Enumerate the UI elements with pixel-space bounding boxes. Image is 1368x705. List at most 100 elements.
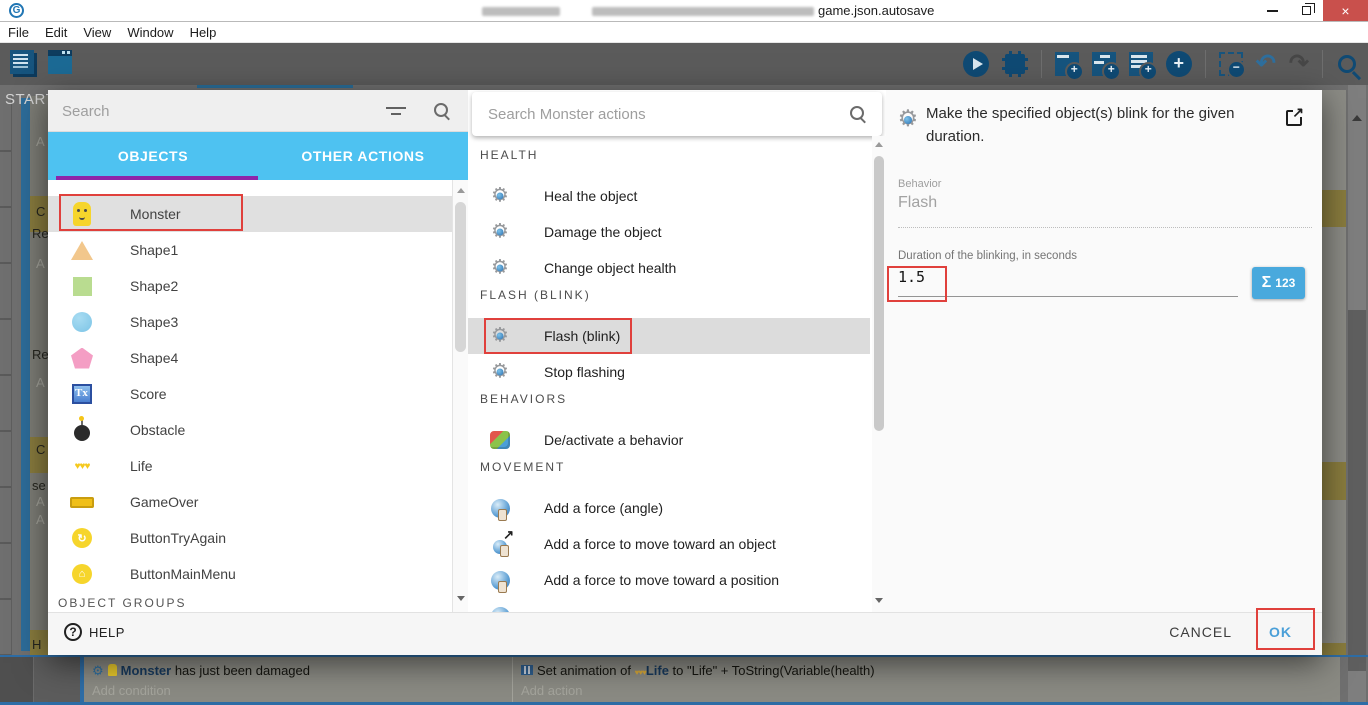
life-object-icon: ♥♥♥ bbox=[634, 667, 647, 677]
search-icon[interactable] bbox=[434, 103, 450, 119]
object-label: Shape2 bbox=[130, 278, 179, 294]
object-groups-header: OBJECT GROUPS bbox=[58, 596, 187, 610]
object-item-shape3[interactable]: Shape3 bbox=[48, 304, 452, 340]
scrollbar-up-icon[interactable] bbox=[1352, 115, 1362, 121]
action-item-partial[interactable] bbox=[468, 598, 870, 612]
menu-help[interactable]: Help bbox=[190, 25, 227, 40]
project-manager-icon[interactable] bbox=[10, 50, 34, 74]
action-item-add-force-angle[interactable]: Add a force (angle) bbox=[468, 490, 870, 526]
events-strip-right bbox=[1340, 657, 1368, 702]
scrollbar-thumb[interactable] bbox=[874, 156, 884, 431]
toolbar: + ↶ ↷ bbox=[0, 43, 1368, 85]
debug-icon[interactable] bbox=[1001, 51, 1028, 77]
object-label: Life bbox=[130, 458, 153, 474]
gear-icon bbox=[897, 109, 920, 132]
comment-row-edge bbox=[1322, 190, 1346, 227]
object-item-shape2[interactable]: Shape2 bbox=[48, 268, 452, 304]
scene-editor-icon[interactable] bbox=[48, 50, 72, 74]
action-item-stop-flashing[interactable]: Stop flashing bbox=[468, 354, 870, 390]
duration-input[interactable] bbox=[898, 268, 1228, 286]
object-item-shape1[interactable]: Shape1 bbox=[48, 232, 452, 268]
behavior-field-label: Behavior bbox=[898, 178, 942, 190]
redo-icon[interactable]: ↷ bbox=[1289, 51, 1309, 77]
add-condition-link[interactable]: Add condition bbox=[92, 683, 503, 698]
object-label: Shape3 bbox=[130, 314, 179, 330]
menu-view[interactable]: View bbox=[83, 25, 121, 40]
object-item-shape4[interactable]: Shape4 bbox=[48, 340, 452, 376]
add-comment-icon[interactable] bbox=[1128, 52, 1158, 81]
search-icon[interactable] bbox=[850, 106, 866, 122]
object-label: GameOver bbox=[130, 494, 199, 510]
expression-editor-button[interactable]: Σ 123 bbox=[1252, 267, 1305, 299]
action-item-add-force-position[interactable]: Add a force to move toward a position bbox=[468, 562, 870, 598]
ok-button[interactable]: OK bbox=[1269, 624, 1292, 640]
conditions-cell[interactable]: ⚙ Monster has just been damaged Add cond… bbox=[84, 657, 511, 702]
blurred-title-segment bbox=[592, 7, 814, 16]
scrollbar-down-icon[interactable] bbox=[875, 598, 883, 603]
add-new-event-icon[interactable]: + bbox=[1165, 51, 1192, 77]
monster-object-icon bbox=[107, 664, 117, 676]
gear-icon bbox=[488, 222, 512, 242]
section-header-behaviors: BEHAVIORS bbox=[480, 392, 568, 406]
add-event-icon[interactable] bbox=[1054, 52, 1084, 81]
action-item-deactivate-behavior[interactable]: De/activate a behavior bbox=[468, 422, 870, 458]
objects-search-input[interactable] bbox=[62, 98, 362, 124]
circle-icon bbox=[68, 312, 96, 332]
filter-icon[interactable] bbox=[386, 105, 406, 117]
menu-bar: File Edit View Window Help bbox=[0, 22, 1368, 43]
undo-icon[interactable]: ↶ bbox=[1256, 51, 1276, 77]
object-item-buttontryagain[interactable]: ↻ ButtonTryAgain bbox=[48, 520, 452, 556]
remove-event-icon[interactable] bbox=[1218, 52, 1246, 79]
action-item-damage[interactable]: Damage the object bbox=[468, 214, 870, 250]
add-sub-event-icon[interactable] bbox=[1091, 52, 1121, 81]
actions-panel: HEALTH Heal the object Damage the object… bbox=[468, 90, 886, 655]
scrollbar-thumb[interactable] bbox=[455, 202, 466, 352]
object-item-life[interactable]: ♥♥♥ Life bbox=[48, 448, 452, 484]
minimize-button[interactable] bbox=[1255, 0, 1289, 21]
action-item-heal[interactable]: Heal the object bbox=[468, 178, 870, 214]
action-label: Stop flashing bbox=[544, 364, 625, 380]
pentagon-icon bbox=[68, 347, 96, 369]
menu-window[interactable]: Window bbox=[127, 25, 183, 40]
scrollbar-down-icon[interactable] bbox=[457, 596, 465, 601]
object-label: Shape1 bbox=[130, 242, 179, 258]
object-item-gameover[interactable]: GameOver bbox=[48, 484, 452, 520]
action-label: Heal the object bbox=[544, 188, 638, 204]
tab-other-actions[interactable]: OTHER ACTIONS bbox=[258, 132, 468, 180]
action-item-flash-blink[interactable]: Flash (blink) bbox=[468, 318, 870, 354]
animation-action-icon bbox=[521, 665, 533, 675]
object-item-buttonmainmenu[interactable]: ⌂ ButtonMainMenu bbox=[48, 556, 452, 592]
event-margin bbox=[0, 657, 84, 702]
help-button[interactable]: ? HELP bbox=[64, 623, 125, 641]
actions-cell[interactable]: Set animation of ♥♥♥Life to "Life" + ToS… bbox=[512, 657, 1340, 702]
event-text-fragment: A bbox=[36, 494, 45, 509]
events-ruler bbox=[0, 96, 12, 655]
action-item-change-health[interactable]: Change object health bbox=[468, 250, 870, 286]
main-scrollbar-thumb[interactable] bbox=[1348, 310, 1366, 655]
main-scrollbar-thumb[interactable] bbox=[1348, 657, 1366, 671]
restore-icon bbox=[1301, 3, 1315, 15]
menu-file[interactable]: File bbox=[8, 25, 39, 40]
action-item-add-force-object[interactable]: Add a force to move toward an object bbox=[468, 526, 870, 562]
object-item-score[interactable]: Score bbox=[48, 376, 452, 412]
search-events-icon[interactable] bbox=[1338, 55, 1356, 73]
close-button[interactable]: × bbox=[1323, 0, 1368, 21]
objects-scrollbar[interactable] bbox=[452, 180, 468, 612]
duration-field-label: Duration of the blinking, in seconds bbox=[898, 250, 1077, 262]
object-item-obstacle[interactable]: Obstacle bbox=[48, 412, 452, 448]
actions-search-input[interactable] bbox=[488, 101, 818, 127]
preview-play-icon[interactable] bbox=[962, 51, 989, 77]
actions-scrollbar[interactable] bbox=[872, 136, 886, 612]
scrollbar-up-icon[interactable] bbox=[875, 142, 883, 147]
object-item-monster[interactable]: Monster bbox=[48, 196, 452, 232]
event-margin-ruler bbox=[0, 657, 34, 702]
actions-list: HEALTH Heal the object Damage the object… bbox=[468, 136, 872, 612]
tab-objects[interactable]: OBJECTS bbox=[48, 132, 258, 180]
menu-edit[interactable]: Edit bbox=[45, 25, 77, 40]
event-text-fragment: A bbox=[36, 512, 45, 527]
open-help-external-icon[interactable] bbox=[1286, 104, 1304, 126]
add-action-link[interactable]: Add action bbox=[521, 683, 1332, 698]
scrollbar-up-icon[interactable] bbox=[457, 188, 465, 193]
restore-button[interactable] bbox=[1289, 0, 1323, 21]
cancel-button[interactable]: CANCEL bbox=[1169, 624, 1232, 640]
